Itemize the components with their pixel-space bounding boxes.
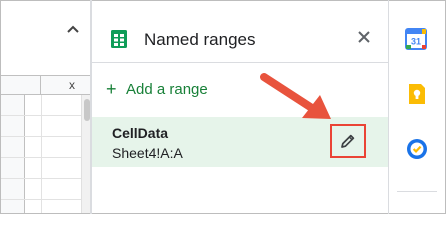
side-app-bar: 31 xyxy=(389,1,445,213)
grid-row-line xyxy=(1,178,81,179)
column-header-cell[interactable] xyxy=(1,76,41,95)
spreadsheet-area: x xyxy=(1,1,91,213)
keep-icon[interactable] xyxy=(406,83,428,105)
tasks-icon[interactable] xyxy=(406,138,428,160)
pencil-icon xyxy=(341,134,355,148)
plus-icon: + xyxy=(106,79,117,99)
grid-row-line xyxy=(1,199,81,200)
sheet-grid[interactable] xyxy=(1,95,81,213)
grid-row-line xyxy=(1,136,81,137)
range-reference: Sheet4!A:A xyxy=(112,145,183,161)
sheets-icon xyxy=(111,30,127,48)
column-header-row: x xyxy=(1,75,91,95)
grid-row-line xyxy=(1,115,81,116)
chevron-up-icon[interactable] xyxy=(65,21,81,37)
edit-range-button[interactable] xyxy=(330,124,366,158)
panel-header: Named ranges xyxy=(92,1,388,63)
grid-column-line xyxy=(41,95,42,213)
calendar-day: 31 xyxy=(411,37,421,47)
row-headers xyxy=(1,95,25,213)
range-name: CellData xyxy=(112,125,169,141)
close-icon[interactable] xyxy=(357,30,371,44)
named-ranges-panel: Named ranges + Add a range CellData Shee… xyxy=(92,1,388,213)
calendar-icon[interactable]: 31 xyxy=(405,28,427,50)
side-bar-divider xyxy=(397,191,437,192)
add-range-label: Add a range xyxy=(126,80,208,98)
add-range-button[interactable]: + Add a range xyxy=(106,79,208,99)
named-range-item[interactable]: CellData Sheet4!A:A xyxy=(92,117,388,167)
grid-row-line xyxy=(1,157,81,158)
panel-title: Named ranges xyxy=(144,30,256,49)
sheet-toolbar xyxy=(1,1,91,63)
column-header-x[interactable]: x xyxy=(65,78,79,92)
